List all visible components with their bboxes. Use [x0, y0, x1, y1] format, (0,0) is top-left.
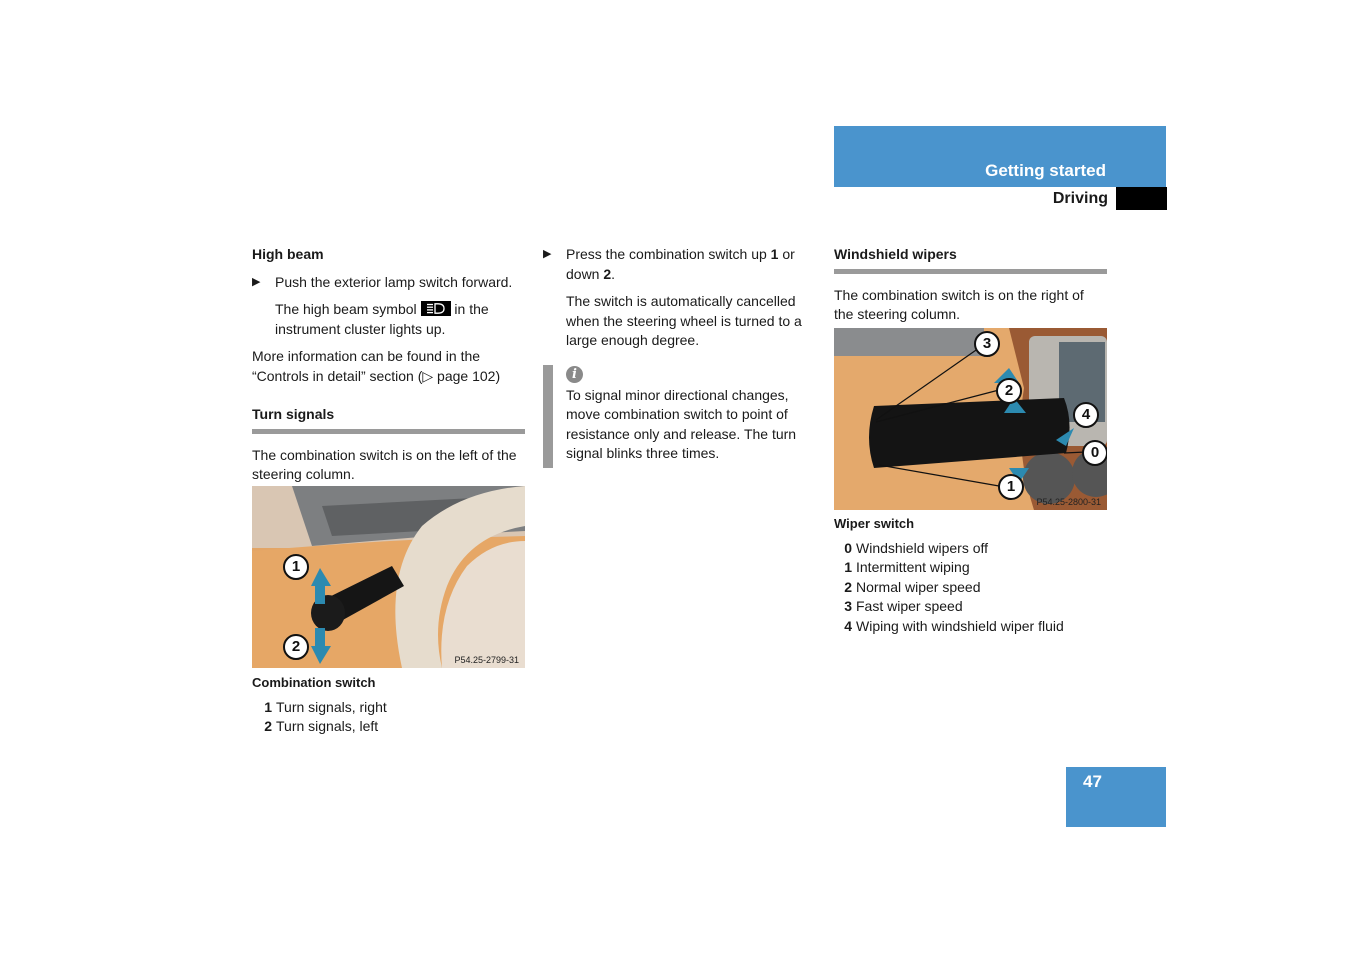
legend-text: Intermittent wiping: [856, 559, 970, 575]
info-note-bar: [543, 365, 553, 468]
turn-signals-heading: Turn signals: [252, 406, 335, 422]
wiper-legend: 0 Windshield wipers off 1 Intermittent wip…: [834, 539, 1107, 637]
bullet-triangle-icon: ▶: [543, 248, 552, 260]
page-number-box: 47: [1066, 767, 1166, 827]
windshield-wipers-heading: Windshield wipers: [834, 246, 957, 262]
image-caption: Wiper switch: [834, 516, 915, 531]
middle-column: ▶ Press the combination switch up 1 or d…: [543, 245, 818, 351]
cancel-note: The switch is automatically cancelled wh…: [566, 293, 802, 348]
image-part-number: P54.25-2799-31: [454, 655, 519, 665]
high-beam-result: The high beam symbol in the instrument c…: [252, 300, 525, 339]
legend-text: Fast wiper speed: [856, 598, 963, 614]
high-beam-icon: [420, 301, 451, 316]
callout-1: 1: [283, 554, 309, 580]
legend-item: 2 Turn signals, left: [258, 717, 525, 737]
step-number-1: 1: [770, 246, 779, 262]
legend-item: 4 Wiping with windshield wiper fluid: [838, 617, 1107, 637]
high-beam-step: ▶ Push the exterior lamp switch forward.: [252, 273, 525, 293]
legend-text: Wiping with windshield wiper fluid: [856, 617, 1064, 634]
callout-0: 0: [1082, 440, 1107, 466]
subsection-marker: [1116, 187, 1167, 210]
info-note: i To signal minor directional changes, m…: [566, 364, 816, 464]
legend-text: Turn signals, right: [276, 698, 387, 715]
callout-2: 2: [283, 634, 309, 660]
callout-3: 3: [974, 331, 1000, 357]
legend-item: 1 Intermittent wiping: [838, 558, 1107, 578]
legend-number: 2: [844, 578, 852, 595]
info-icon: i: [566, 366, 583, 383]
wiper-switch-illustration: 3 2 4 0 1 P54.25-2800-31: [834, 328, 1107, 510]
step-text-pre: Press the combination switch up: [566, 246, 767, 262]
step-text-post: .: [611, 265, 616, 282]
legend-number: 3: [844, 598, 852, 614]
wiper-switch-caption-block: Wiper switch 0 Windshield wipers off 1 Int…: [834, 514, 1107, 636]
combination-switch-caption-block: Combination switch 1 Turn signals, right …: [252, 673, 525, 737]
legend-item: 2 Normal wiper speed: [838, 578, 1107, 598]
image-caption: Combination switch: [252, 675, 376, 690]
subsection-title: Driving: [1052, 190, 1108, 207]
section-title: Getting started: [985, 161, 1106, 180]
heading-rule: [252, 428, 525, 434]
legend-text: Turn signals, left: [276, 718, 379, 734]
right-column: Windshield wipers The combination switch…: [834, 245, 1107, 325]
legend-text: Windshield wipers off: [856, 539, 989, 556]
legend-number: 1: [844, 559, 852, 575]
callout-1: 1: [998, 474, 1024, 500]
high-beam-heading: High beam: [252, 246, 324, 262]
legend-number: 0: [844, 539, 852, 556]
page-number: 47: [1083, 772, 1102, 791]
legend-number: 2: [264, 718, 272, 734]
more-info-reference: More information can be found in the “Co…: [252, 348, 501, 384]
heading-rule: [834, 268, 1107, 274]
turn-signal-step: ▶ Press the combination switch up 1 or d…: [543, 245, 818, 284]
legend-text: Normal wiper speed: [856, 578, 981, 595]
high-beam-step-text: Push the exterior lamp switch forward.: [275, 273, 513, 290]
step-number-2: 2: [603, 265, 612, 282]
high-beam-result-pre: The high beam symbol: [275, 301, 417, 317]
legend-number: 1: [264, 698, 272, 715]
info-note-text: To signal minor directional changes, mov…: [566, 386, 797, 462]
turn-signal-legend: 1 Turn signals, right 2 Turn signals, left: [252, 698, 525, 737]
legend-item: 3 Fast wiper speed: [838, 597, 1107, 617]
combination-switch-illustration: 1 2 P54.25-2799-31: [252, 486, 525, 668]
wipers-intro: The combination switch is on the right o…: [834, 286, 1084, 323]
section-header-band: Getting started: [834, 126, 1166, 187]
legend-number: 4: [844, 617, 852, 634]
turn-signals-intro: The combination switch is on the left of…: [252, 446, 517, 483]
legend-item: 1 Turn signals, right: [258, 698, 525, 718]
bullet-triangle-icon: ▶: [252, 275, 261, 288]
callout-2: 2: [996, 378, 1022, 404]
legend-item: 0 Windshield wipers off: [838, 539, 1107, 559]
callout-4: 4: [1073, 402, 1099, 428]
left-column: High beam ▶ Push the exterior lamp switc…: [252, 245, 525, 485]
image-part-number: P54.25-2800-31: [1036, 497, 1101, 507]
